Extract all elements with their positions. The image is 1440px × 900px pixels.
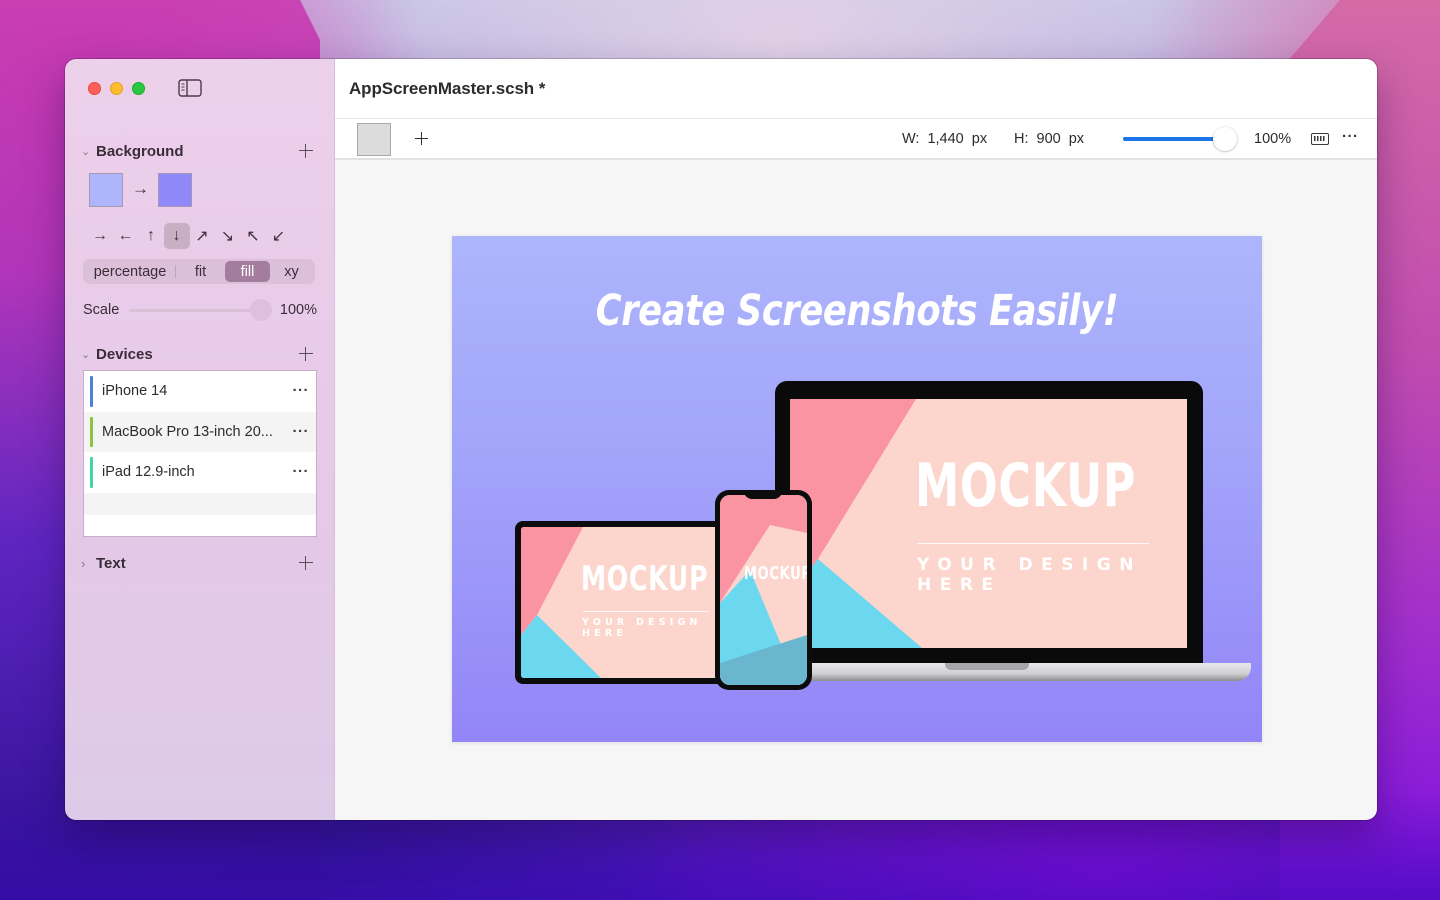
iphone-mockup[interactable]: MOCKUP [715,490,812,690]
mockup-divider [583,611,709,612]
device-name: MacBook Pro 13-inch 20... [102,423,273,440]
direction-down-right-button[interactable]: ↘ [215,223,241,249]
chevron-down-icon[interactable]: ⌄ [81,145,93,158]
height-label: H: [1014,131,1029,147]
mode-fit-segment[interactable]: fit [176,261,225,282]
direction-left-button[interactable]: ← [113,223,139,249]
preview-headline[interactable]: Create Screenshots Easily! [525,286,1189,336]
zoom-slider[interactable] [1123,127,1237,151]
title-bar: AppScreenMaster.scsh * [335,59,1377,119]
text-section-title: Text [96,554,126,572]
macbook-hinge [945,663,1029,670]
iphone-notch [744,490,782,499]
ipad-mockup-subtitle: YOUR DESIGN HERE [582,617,702,639]
app-window: ⌄ Background → → ← ↑ ↓ ↗ ↘ ↖ ↙ percentage fit fil… [65,59,1377,820]
iphone-screen: MOCKUP [720,495,807,685]
sidebar: ⌄ Background → → ← ↑ ↓ ↗ ↘ ↖ ↙ percentage fit fil… [65,59,335,820]
macbook-mockup[interactable]: MOCKUP YOUR DESIGN HERE [715,381,1251,681]
minimize-window-button[interactable] [110,82,123,95]
macbook-screen: MOCKUP YOUR DESIGN HERE [790,399,1187,648]
document-title: AppScreenMaster.scsh * [349,78,546,98]
device-more-icon[interactable]: ··· [293,423,310,440]
device-color-indicator [90,376,93,407]
zoom-slider-fill [1123,137,1223,141]
device-list-item[interactable]: iPad 12.9-inch ··· [84,452,316,493]
zoom-slider-knob[interactable] [1213,127,1237,151]
device-more-icon[interactable]: ··· [293,382,310,399]
device-list-item[interactable]: iPhone 14 ··· [84,371,316,412]
toolbar: W: 1,440 px H: 900 px 100% ··· [335,119,1377,160]
direction-up-button[interactable]: ↑ [138,223,164,249]
scale-row: Scale 100% [83,299,317,321]
ipad-screen-art [521,527,719,678]
iphone-mockup-title: MOCKUP [744,563,807,584]
main-panel: AppScreenMaster.scsh * W: 1,440 px H: 900 px… [335,59,1377,820]
zoom-value: 100% [1254,131,1292,147]
add-text-button[interactable] [298,555,314,571]
gradient-direction-picker: → ← ↑ ↓ ↗ ↘ ↖ ↙ [87,223,291,249]
chevron-down-icon[interactable]: ⌄ [81,348,93,361]
screenshot-preview-canvas[interactable]: Create Screenshots Easily! MOCKUP YOUR D… [452,236,1262,742]
ipad-screen: MOCKUP YOUR DESIGN HERE [521,527,719,678]
more-options-icon[interactable]: ··· [1342,128,1359,145]
width-field[interactable]: W: 1,440 px [902,131,987,147]
background-section-title: Background [96,142,184,160]
ipad-mockup[interactable]: MOCKUP YOUR DESIGN HERE [515,521,725,684]
device-more-icon[interactable]: ··· [293,463,310,480]
background-section-header[interactable]: ⌄ Background [81,141,314,161]
device-list-item[interactable]: MacBook Pro 13-inch 20... ··· [84,411,316,452]
device-color-indicator [90,416,93,447]
add-device-button[interactable] [298,346,314,362]
add-button[interactable] [414,131,430,147]
width-value[interactable]: 1,440 [927,131,963,147]
empty-list-row [84,492,316,515]
gradient-end-color-well[interactable] [158,173,192,207]
height-value[interactable]: 900 [1037,131,1061,147]
scale-slider-track [129,309,270,312]
scale-slider[interactable] [129,299,272,321]
keyboard-icon[interactable] [1311,133,1329,145]
iphone-screen-art [720,495,807,685]
canvas-color-well[interactable] [357,123,391,156]
devices-list: iPhone 14 ··· MacBook Pro 13-inch 20... ···… [83,370,317,537]
mockup-divider [917,543,1149,544]
scale-slider-knob[interactable] [249,299,272,321]
chevron-right-icon[interactable]: › [81,556,93,571]
device-name: iPad 12.9-inch [102,464,195,481]
window-controls [88,82,145,95]
devices-section-header[interactable]: ⌄ Devices [81,344,314,364]
device-name: iPhone 14 [102,383,168,400]
direction-up-left-button[interactable]: ↖ [240,223,266,249]
gradient-start-color-well[interactable] [89,173,123,207]
mode-xy-segment[interactable]: xy [270,261,313,282]
direction-down-button[interactable]: ↓ [163,223,190,249]
scale-label: Scale [83,302,120,318]
width-label: W: [902,131,920,147]
height-field[interactable]: H: 900 px [1014,131,1084,147]
devices-section-title: Devices [96,345,153,363]
direction-up-right-button[interactable]: ↗ [189,223,215,249]
arrow-right-icon: → [132,179,149,198]
width-unit: px [971,131,988,147]
macbook-screen-art [790,399,1187,648]
direction-down-left-button[interactable]: ↙ [266,223,292,249]
scale-value: 100% [279,302,317,318]
mode-percentage-segment[interactable]: percentage [85,261,175,282]
add-background-button[interactable] [298,143,314,159]
text-section-header[interactable]: › Text [81,553,314,573]
close-window-button[interactable] [88,82,101,95]
height-unit: px [1068,131,1085,147]
direction-right-button[interactable]: → [87,223,113,249]
macbook-mockup-subtitle: YOUR DESIGN HERE [917,555,1142,595]
ipad-mockup-title: MOCKUP [581,559,709,599]
background-mode-segmented-control: percentage fit fill xy [83,259,315,284]
mode-fill-segment[interactable]: fill [224,261,270,282]
sidebar-toggle-icon[interactable] [178,79,202,97]
device-color-indicator [90,457,93,488]
zoom-window-button[interactable] [132,82,145,95]
macbook-mockup-title: MOCKUP [915,451,1137,521]
